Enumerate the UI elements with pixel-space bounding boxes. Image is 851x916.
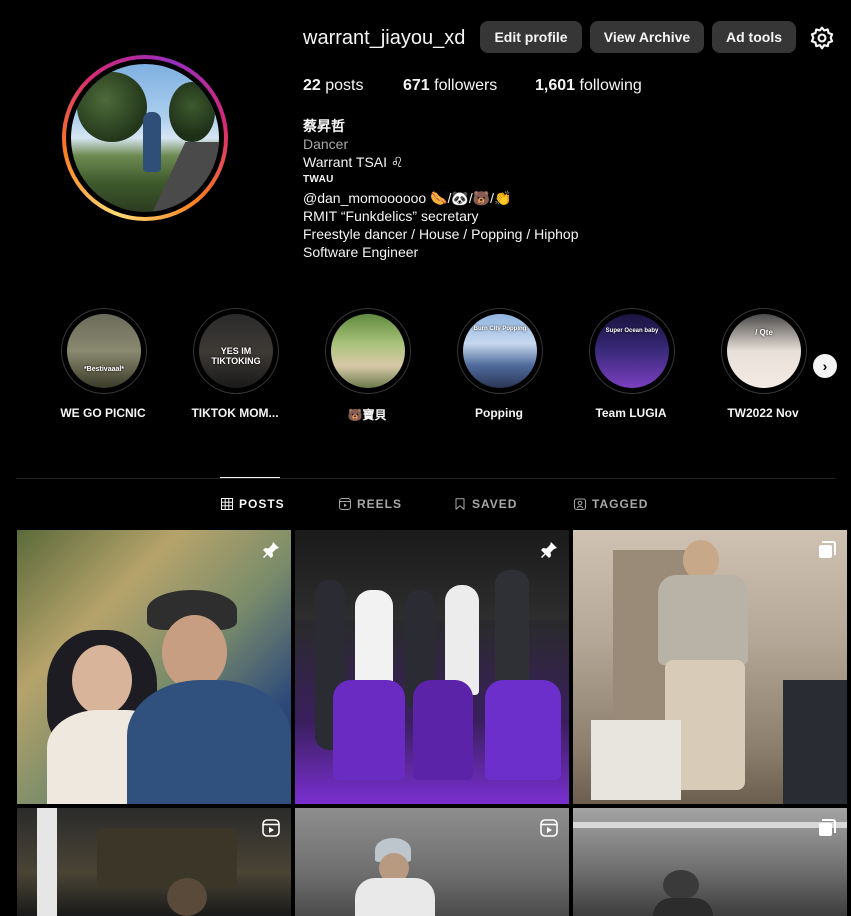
bio-line: RMIT “Funkdelics” secretary xyxy=(303,208,479,224)
post-thumbnail[interactable] xyxy=(573,530,847,804)
profile-display-name: 蔡昇哲 xyxy=(303,118,345,134)
post-thumbnail[interactable] xyxy=(17,530,291,804)
post-thumbnail[interactable] xyxy=(295,530,569,804)
highlight-label: TW2022 Nov xyxy=(727,406,799,420)
highlight-cover xyxy=(331,314,405,388)
highlight-cover: Burn City Popping xyxy=(463,314,537,388)
pin-icon xyxy=(263,542,279,558)
post-thumbnail[interactable] xyxy=(17,808,291,916)
avatar-image xyxy=(71,64,219,212)
story-highlights: *Bestivaaal* WE GO PICNIC YES IM TIKTOKI… xyxy=(0,308,851,428)
bookmark-icon xyxy=(455,498,465,510)
tab-reels[interactable]: REELS xyxy=(339,497,402,511)
profile-page: warrant_jiayou_xd Edit profile View Arch… xyxy=(0,0,851,916)
highlight-cover: YES IM TIKTOKING xyxy=(199,314,273,388)
highlight-cover: *Bestivaaal* xyxy=(67,314,141,388)
tab-tagged[interactable]: TAGGED xyxy=(574,497,648,511)
pin-icon xyxy=(541,542,557,558)
highlight-label: Team LUGIA xyxy=(595,406,667,420)
followers-link[interactable]: 671 followers xyxy=(403,77,497,95)
highlight-cover: / Qte xyxy=(727,314,801,388)
chevron-right-icon[interactable]: › xyxy=(813,354,837,378)
bio-line: Warrant TSAI ♌ xyxy=(303,154,404,170)
gear-icon[interactable] xyxy=(809,25,835,51)
tab-posts[interactable]: POSTS xyxy=(221,497,285,511)
carousel-icon xyxy=(819,819,836,836)
highlight-label: 🐻寶貝 xyxy=(347,408,387,422)
profile-username: warrant_jiayou_xd xyxy=(303,27,466,49)
posts-stat: 22 posts xyxy=(303,77,364,94)
profile-avatar[interactable] xyxy=(62,55,228,221)
bio-mention[interactable]: @dan_momoooooo 🌭/🐼/🐻/👏 xyxy=(303,189,579,207)
bio-line: Software Engineer xyxy=(303,244,419,260)
highlight-label: TIKTOK MOM... xyxy=(191,406,279,420)
post-thumbnail[interactable] xyxy=(573,808,847,916)
highlight-label: Popping xyxy=(475,406,523,420)
reel-icon xyxy=(540,819,558,837)
bio-line: Freestyle dancer / House / Popping / Hip… xyxy=(303,226,579,242)
edit-profile-button[interactable]: Edit profile xyxy=(480,21,582,53)
tab-saved[interactable]: SAVED xyxy=(454,497,517,511)
ad-tools-button[interactable]: Ad tools xyxy=(712,21,796,53)
tagged-icon xyxy=(574,498,586,510)
grid-icon xyxy=(221,498,233,510)
profile-bio: 蔡昇哲 Dancer Warrant TSAI ♌ TWAU @dan_momo… xyxy=(303,117,579,261)
profile-category: Dancer xyxy=(303,136,349,152)
highlight-label: WE GO PICNIC xyxy=(60,406,146,420)
carousel-icon xyxy=(819,541,836,558)
view-archive-button[interactable]: View Archive xyxy=(590,21,704,53)
post-thumbnail[interactable] xyxy=(295,808,569,916)
following-link[interactable]: 1,601 following xyxy=(535,77,642,95)
active-tab-indicator xyxy=(220,477,280,478)
reel-icon xyxy=(262,819,280,837)
reel-icon xyxy=(339,498,351,510)
bio-tag: TWAU xyxy=(303,174,334,185)
highlight-cover: Super Ocean baby xyxy=(595,314,669,388)
tabs-divider xyxy=(16,478,835,479)
